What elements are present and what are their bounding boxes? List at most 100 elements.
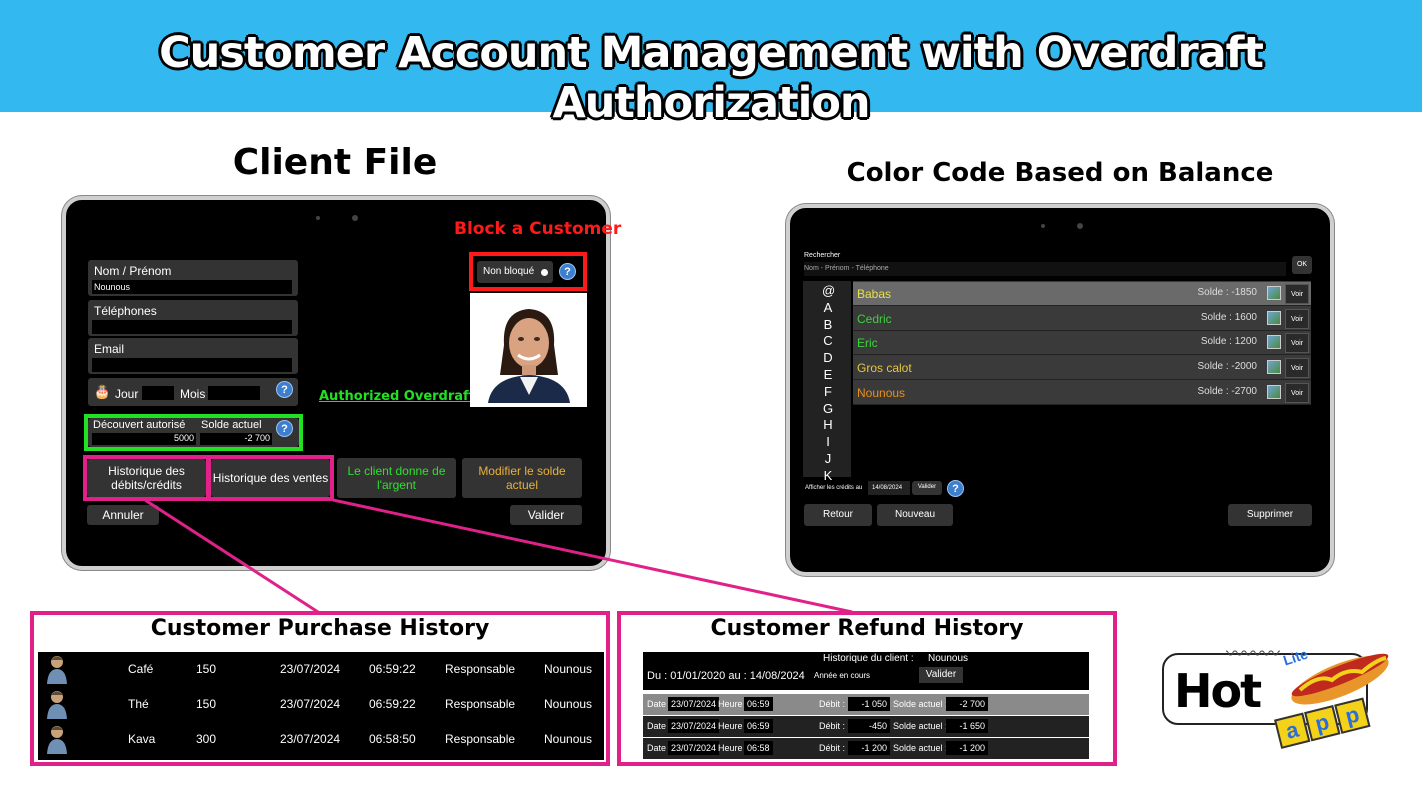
refund-balance-label: Solde actuel : <box>893 743 948 753</box>
new-button[interactable]: Nouveau <box>877 504 953 526</box>
back-button[interactable]: Retour <box>804 504 872 526</box>
client-row[interactable]: Eric Solde : 1200 Voir <box>853 331 1311 356</box>
customer-person-icon <box>47 656 67 684</box>
refund-period-select[interactable]: Année en cours <box>814 671 870 680</box>
view-button[interactable]: Voir <box>1285 284 1309 304</box>
steam-icon: 〰〰〰 <box>1226 644 1280 664</box>
search-input[interactable]: Nom - Prénom - Téléphone <box>804 262 1286 276</box>
purchase-client: Nounous <box>544 662 593 676</box>
index-letter[interactable]: H <box>822 417 834 432</box>
client-balance: Solde : 1600 <box>1200 311 1257 323</box>
purchase-time: 06:58:50 <box>369 732 416 746</box>
client-name: Cedric <box>857 311 892 326</box>
tablet-camera-2 <box>1077 223 1083 229</box>
refund-debit-label: Débit : <box>819 699 846 709</box>
refund-debit: -450 <box>848 719 890 733</box>
purchase-item: Thé <box>128 697 149 711</box>
index-letter[interactable]: J <box>822 451 834 466</box>
purchase-amount: 300 <box>196 732 217 746</box>
credits-help-icon[interactable]: ? <box>947 480 964 497</box>
purchase-time: 06:59:22 <box>369 697 416 711</box>
client-photo-icon[interactable] <box>1267 360 1281 375</box>
refund-row[interactable]: Date 23/07/2024 Heure 06:59 Débit : -1 050 Sol… <box>643 694 1089 715</box>
client-row[interactable]: Gros calot Solde : -2000 Voir <box>853 356 1311 381</box>
client-row[interactable]: Cedric Solde : 1600 Voir <box>853 306 1311 331</box>
purchase-client: Nounous <box>544 732 593 746</box>
refund-date-label: Date <box>647 743 667 753</box>
refund-date: 23/07/2024 <box>668 741 720 755</box>
client-balance: Solde : -2700 <box>1197 385 1258 397</box>
client-name: Babas <box>857 287 892 301</box>
refund-title-label: Historique du client : <box>823 653 914 664</box>
client-photo-icon[interactable] <box>1267 384 1281 399</box>
client-photo-icon[interactable] <box>1267 335 1281 350</box>
refund-time: 06:59 <box>744 719 773 733</box>
tablet-sensor-2 <box>1041 224 1045 228</box>
index-letter[interactable]: C <box>822 333 834 348</box>
purchase-amount: 150 <box>196 662 217 676</box>
purchase-role: Responsable <box>445 697 516 711</box>
purchase-date: 23/07/2024 <box>280 732 341 746</box>
refund-date-label: Date <box>647 699 667 709</box>
client-row[interactable]: Babas Solde : -1850 Voir <box>853 282 1311 306</box>
index-letter[interactable]: I <box>822 434 834 449</box>
purchase-amount: 150 <box>196 697 217 711</box>
client-balance: Solde : -1850 <box>1197 287 1258 298</box>
refund-time: 06:59 <box>744 697 773 711</box>
index-letter[interactable]: B <box>822 317 834 332</box>
refund-time-label: Heure <box>718 699 743 709</box>
view-button[interactable]: Voir <box>1285 333 1309 354</box>
refund-debit: -1 200 <box>848 741 890 755</box>
client-name: Gros calot <box>857 361 912 376</box>
index-letter[interactable]: A <box>822 300 834 315</box>
refund-debit-label: Débit : <box>819 743 846 753</box>
client-name: Eric <box>857 336 878 351</box>
index-letter[interactable]: F <box>822 384 834 399</box>
refund-balance: -1 200 <box>946 741 988 755</box>
show-credits-label: Afficher les crédits au <box>805 485 863 491</box>
index-letter[interactable]: @ <box>822 283 835 298</box>
view-button[interactable]: Voir <box>1285 358 1309 379</box>
refund-date: 23/07/2024 <box>668 697 720 711</box>
search-label: Rechercher <box>804 252 841 259</box>
client-photo-icon[interactable] <box>1267 286 1281 300</box>
purchase-row[interactable]: Kava 300 23/07/2024 06:58:50 Responsable Noun… <box>40 722 604 756</box>
refund-validate-button[interactable]: Valider <box>919 667 963 683</box>
client-balance: Solde : -2000 <box>1197 361 1258 373</box>
refund-date-range[interactable]: Du : 01/01/2020 au : 14/08/2024 <box>647 670 805 682</box>
refund-date: 23/07/2024 <box>668 719 720 733</box>
refund-row[interactable]: Date 23/07/2024 Heure 06:59 Débit : -450 Solde… <box>643 716 1089 737</box>
logo-word: Hot <box>1174 664 1262 718</box>
refund-filter-bar: Historique du client : Nounous Du : 01/0… <box>643 652 1089 690</box>
index-letter[interactable]: G <box>822 401 834 416</box>
refund-time-label: Heure <box>718 721 743 731</box>
refund-debit-label: Débit : <box>819 721 846 731</box>
index-letter[interactable]: E <box>822 367 834 382</box>
index-letter[interactable]: K <box>822 468 834 483</box>
purchase-item: Café <box>128 662 154 676</box>
purchase-item: Kava <box>128 732 156 746</box>
refund-history-heading: Customer Refund History <box>710 616 1024 641</box>
show-credits-date[interactable]: 14/08/2024 <box>868 481 910 495</box>
search-ok-button[interactable]: OK <box>1292 256 1312 274</box>
refund-debit: -1 050 <box>848 697 890 711</box>
purchase-role: Responsable <box>445 732 516 746</box>
purchase-client: Nounous <box>544 697 593 711</box>
refund-row[interactable]: Date 23/07/2024 Heure 06:58 Débit : -1 200 Sol… <box>643 738 1089 759</box>
purchase-history-heading: Customer Purchase History <box>150 616 490 641</box>
refund-date-label: Date <box>647 721 667 731</box>
refund-balance-label: Solde actuel : <box>893 721 948 731</box>
purchase-date: 23/07/2024 <box>280 662 341 676</box>
client-balance: Solde : 1200 <box>1200 336 1257 348</box>
purchase-row[interactable]: Thé 150 23/07/2024 06:59:22 Responsable Nouno… <box>40 687 604 721</box>
show-credits-validate[interactable]: Valider <box>912 481 942 495</box>
client-row[interactable]: Nounous Solde : -2700 Voir <box>853 380 1311 405</box>
index-letter[interactable]: D <box>822 350 834 365</box>
delete-button[interactable]: Supprimer <box>1228 504 1312 526</box>
view-button[interactable]: Voir <box>1285 382 1309 403</box>
client-photo-icon[interactable] <box>1267 310 1281 325</box>
client-name: Nounous <box>857 385 906 400</box>
purchase-row[interactable]: Café 150 23/07/2024 06:59:22 Responsable Noun… <box>40 652 604 686</box>
refund-title-value: Nounous <box>928 653 969 664</box>
view-button[interactable]: Voir <box>1285 308 1309 329</box>
